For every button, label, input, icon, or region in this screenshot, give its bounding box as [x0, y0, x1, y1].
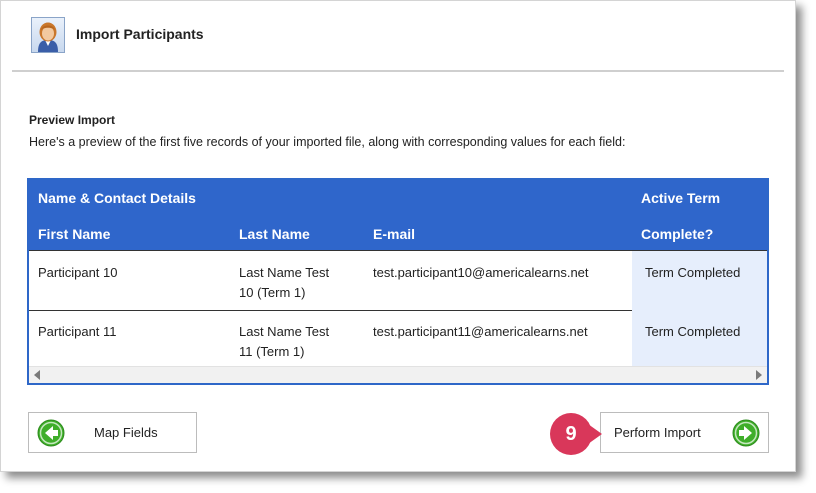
column-header-complete: Complete?: [641, 226, 714, 242]
table-row: Participant 10 Last Name Test 10 (Term 1…: [29, 250, 767, 311]
cell-last-name: Last Name Test 10 (Term 1): [239, 263, 329, 303]
scroll-right-arrow-icon[interactable]: [756, 370, 762, 380]
cell-first-name: Participant 11: [38, 324, 117, 339]
back-arrow-icon: [37, 419, 65, 447]
table-row: Participant 11 Last Name Test 11 (Term 1…: [29, 310, 767, 370]
cell-last-name-line1: Last Name Test: [239, 265, 330, 280]
perform-import-label: Perform Import: [614, 425, 701, 440]
scroll-left-arrow-icon[interactable]: [34, 370, 40, 380]
forward-arrow-icon: [732, 419, 760, 447]
perform-import-button[interactable]: Perform Import: [600, 412, 769, 453]
column-header-email: E-mail: [373, 226, 416, 242]
cell-term-text: Term Completed: [645, 324, 741, 339]
cell-last-name-line1: Last Name Test: [239, 324, 330, 339]
page-title: Import Participants: [76, 26, 204, 42]
cell-first-name: Participant 10: [38, 265, 118, 280]
horizontal-scrollbar[interactable]: [29, 366, 767, 383]
cell-term-text: Term Completed: [645, 265, 741, 280]
cell-email: test.participant10@americalearns.net: [373, 265, 589, 280]
group-header-contact: Name & Contact Details: [38, 190, 196, 206]
badge-pointer: [588, 424, 602, 444]
map-fields-button[interactable]: Map Fields: [28, 412, 197, 453]
cell-last-name-line2: 11 (Term 1): [239, 344, 305, 359]
map-fields-label: Map Fields: [94, 425, 158, 440]
page-header: Import Participants: [1, 1, 795, 72]
preview-table: Name & Contact Details Active Term First…: [27, 178, 769, 385]
step-number-badge: 9: [550, 413, 592, 455]
column-header-last-name: Last Name: [239, 226, 310, 242]
cell-term-status: Term Completed: [632, 310, 767, 369]
person-avatar-icon: [31, 17, 65, 53]
cell-term-status: Term Completed: [632, 251, 767, 310]
column-header-first-name: First Name: [38, 226, 111, 242]
cell-last-name-line2: 10 (Term 1): [239, 285, 306, 300]
preview-title: Preview Import: [29, 113, 116, 127]
header-divider: [12, 70, 784, 72]
cell-last-name: Last Name Test 11 (Term 1): [239, 322, 329, 362]
cell-email: test.participant11@americalearns.net: [373, 324, 588, 339]
group-header-term: Active Term: [641, 190, 721, 206]
table-header: Name & Contact Details Active Term First…: [29, 180, 767, 250]
import-window: Import Participants Preview Import Here'…: [0, 0, 796, 472]
preview-description: Here's a preview of the first five recor…: [29, 135, 626, 149]
